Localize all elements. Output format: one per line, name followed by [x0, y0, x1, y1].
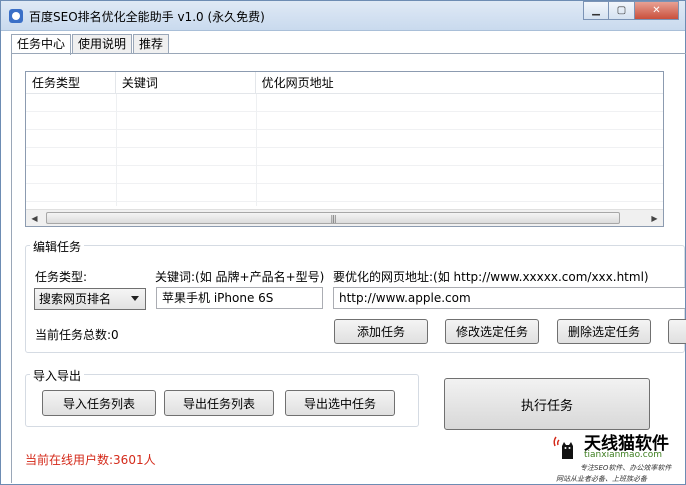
maximize-button[interactable]: ▢: [609, 1, 635, 20]
online-users-status: 当前在线用户数:3601人: [25, 453, 156, 467]
brand-url: tianxianmao.com: [584, 450, 663, 460]
title-bar[interactable]: 百度SEO排名优化全能助手 v1.0 (永久免费) ▁ ▢ ✕: [1, 1, 685, 31]
column-url[interactable]: 优化网页地址: [256, 72, 663, 94]
table-row[interactable]: [26, 94, 663, 112]
scroll-left-icon[interactable]: ◀: [26, 210, 43, 226]
window-controls: ▁ ▢ ✕: [583, 1, 679, 20]
import-export-group-title: 导入导出: [30, 367, 85, 384]
task-type-select[interactable]: 搜索网页排名: [34, 288, 146, 310]
scrollbar-thumb[interactable]: |||: [46, 212, 620, 224]
add-task-button[interactable]: 添加任务: [334, 319, 428, 344]
task-type-label: 任务类型:: [35, 270, 88, 284]
edit-task-group-title: 编辑任务: [30, 238, 85, 255]
task-list[interactable]: 任务类型 关键词 优化网页地址 ◀ ||| ▶: [25, 71, 664, 227]
url-input[interactable]: http://www.apple.com: [333, 287, 685, 309]
app-icon: [9, 9, 23, 23]
tab-strip: 任务中心 使用说明 推荐: [11, 34, 170, 55]
task-type-value: 搜索网页排名: [39, 292, 112, 306]
scroll-right-icon[interactable]: ▶: [646, 210, 663, 226]
url-label: 要优化的网页地址:(如 http://www.xxxxx.com/xxx.htm…: [333, 270, 649, 284]
column-divider: [256, 94, 257, 206]
brand-slogan-1: 专注SEO软件、办公效率软件: [580, 464, 672, 472]
scroll-grip: |||: [330, 213, 336, 223]
task-total-label: 当前任务总数:0: [35, 328, 119, 342]
brand-slogan-2: 网站从业者必备、上班族必备: [556, 475, 647, 483]
chevron-down-icon: [131, 296, 139, 301]
keyword-input[interactable]: 苹果手机 iPhone 6S: [156, 287, 323, 309]
cat-logo-icon: [553, 436, 573, 459]
import-task-list-button[interactable]: 导入任务列表: [42, 390, 156, 416]
table-row[interactable]: [26, 184, 663, 202]
table-row[interactable]: [26, 112, 663, 130]
column-keyword[interactable]: 关键词: [116, 72, 256, 94]
horizontal-scrollbar[interactable]: ◀ ||| ▶: [26, 209, 663, 226]
execute-task-button[interactable]: 执行任务: [444, 378, 650, 430]
table-row[interactable]: [26, 148, 663, 166]
modify-task-button[interactable]: 修改选定任务: [445, 319, 539, 344]
app-window: 百度SEO排名优化全能助手 v1.0 (永久免费) ▁ ▢ ✕ 任务中心 使用说…: [0, 0, 686, 485]
export-selected-task-button[interactable]: 导出选中任务: [285, 390, 395, 416]
table-row[interactable]: [26, 166, 663, 184]
table-row[interactable]: [26, 130, 663, 148]
column-divider: [116, 94, 117, 206]
export-task-list-button[interactable]: 导出任务列表: [164, 390, 274, 416]
extra-button[interactable]: [668, 319, 686, 344]
task-list-header: 任务类型 关键词 优化网页地址: [26, 72, 663, 94]
minimize-button[interactable]: ▁: [583, 1, 609, 20]
tab-recommend[interactable]: 推荐: [133, 34, 170, 54]
tab-usage-guide[interactable]: 使用说明: [72, 34, 133, 54]
column-task-type[interactable]: 任务类型: [26, 72, 116, 94]
brand-watermark: 天线猫软件 tianxianmao.com 专注SEO软件、办公效率软件 网站从…: [546, 429, 686, 485]
keyword-label: 关键词:(如 品牌+产品名+型号): [155, 270, 325, 284]
tab-task-center[interactable]: 任务中心: [11, 34, 72, 55]
window-title: 百度SEO排名优化全能助手 v1.0 (永久免费): [29, 10, 265, 24]
delete-task-button[interactable]: 删除选定任务: [557, 319, 651, 344]
close-button[interactable]: ✕: [635, 1, 679, 20]
